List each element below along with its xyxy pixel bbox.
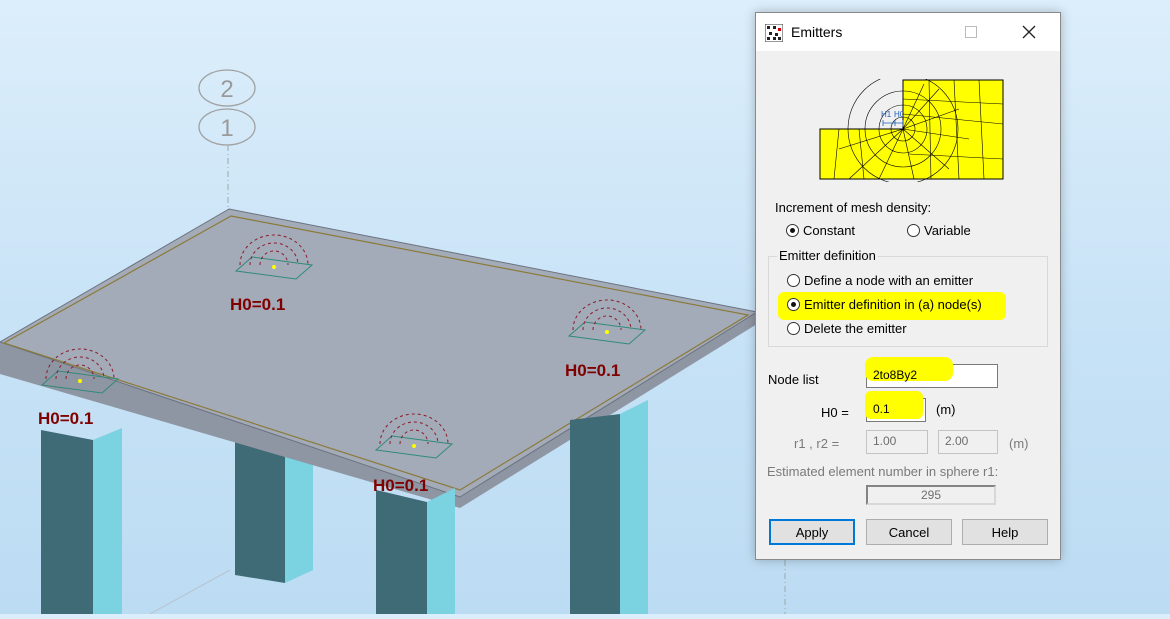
column-front-center [376, 488, 455, 614]
column-front-left [41, 428, 122, 614]
emitter-label: H0=0.1 [373, 476, 429, 495]
increment-label: Increment of mesh density: [775, 200, 932, 215]
radio-define-node[interactable]: Define a node with an emitter [787, 273, 973, 288]
column-front-right [570, 400, 648, 614]
h0-value: 0.1 [873, 402, 890, 416]
r-unit: (m) [1009, 436, 1029, 451]
emitter-label: H0=0.1 [38, 409, 94, 428]
radio-delete-emitter-indicator[interactable] [787, 322, 800, 335]
node-list-label: Node list [768, 372, 819, 387]
emitter-label: H0=0.1 [230, 295, 286, 314]
h0-unit: (m) [936, 402, 956, 417]
node-list-input[interactable]: 2to8By2 [865, 357, 998, 388]
r2-input[interactable]: 2.00 [938, 430, 998, 454]
ground-line [149, 569, 231, 615]
emitter-definition-title: Emitter definition [777, 248, 878, 263]
estimated-element-value: 295 [920, 488, 942, 502]
preview-h0-label: H0 [894, 110, 905, 119]
radio-define-node-indicator[interactable] [787, 274, 800, 287]
maximize-icon [965, 26, 977, 38]
axis-label-1: 1 [220, 115, 233, 142]
radio-delete-emitter-label: Delete the emitter [804, 321, 907, 336]
mesh-preview-image: H1 H0 [819, 79, 1004, 182]
radio-constant-indicator[interactable] [786, 224, 799, 237]
radio-emitter-in-nodes-indicator[interactable] [787, 298, 800, 311]
help-button[interactable]: Help [962, 519, 1048, 545]
h0-input[interactable]: 0.1 [865, 391, 926, 422]
radio-constant-label: Constant [803, 223, 856, 238]
dialog-titlebar[interactable]: Emitters [756, 13, 1060, 51]
r1-value: 1.00 [873, 434, 897, 448]
close-icon [1022, 25, 1036, 39]
close-button[interactable] [1006, 13, 1052, 51]
estimated-element-field: 295 [866, 485, 996, 505]
emitters-dialog: Emitters H1 H0 Increment of mesh density… [755, 12, 1061, 560]
radio-variable-label: Variable [924, 223, 971, 238]
preview-h1-label: H1 [881, 110, 892, 119]
radio-constant[interactable]: Constant [786, 223, 855, 238]
cancel-button[interactable]: Cancel [866, 519, 952, 545]
radio-emitter-in-nodes[interactable]: Emitter definition in (a) node(s) [787, 297, 982, 312]
maximize-button[interactable] [948, 13, 994, 51]
r1-input[interactable]: 1.00 [866, 430, 928, 454]
estimated-element-label: Estimated element number in sphere r1: [767, 464, 999, 479]
radio-variable[interactable]: Variable [907, 223, 971, 238]
axis-label-2: 2 [220, 76, 233, 103]
mesh-app-icon [765, 24, 783, 42]
radio-variable-indicator[interactable] [907, 224, 920, 237]
h0-label: H0 = [821, 405, 849, 420]
radio-define-node-label: Define a node with an emitter [804, 273, 974, 288]
radio-delete-emitter[interactable]: Delete the emitter [787, 321, 907, 336]
emitter-label: H0=0.1 [565, 361, 621, 380]
node-list-value: 2to8By2 [873, 368, 918, 382]
dialog-title: Emitters [791, 24, 843, 40]
radio-emitter-in-nodes-label: Emitter definition in (a) node(s) [804, 297, 982, 312]
r2-value: 2.00 [945, 434, 969, 448]
apply-button[interactable]: Apply [769, 519, 855, 545]
r-label: r1 , r2 = [794, 436, 840, 451]
